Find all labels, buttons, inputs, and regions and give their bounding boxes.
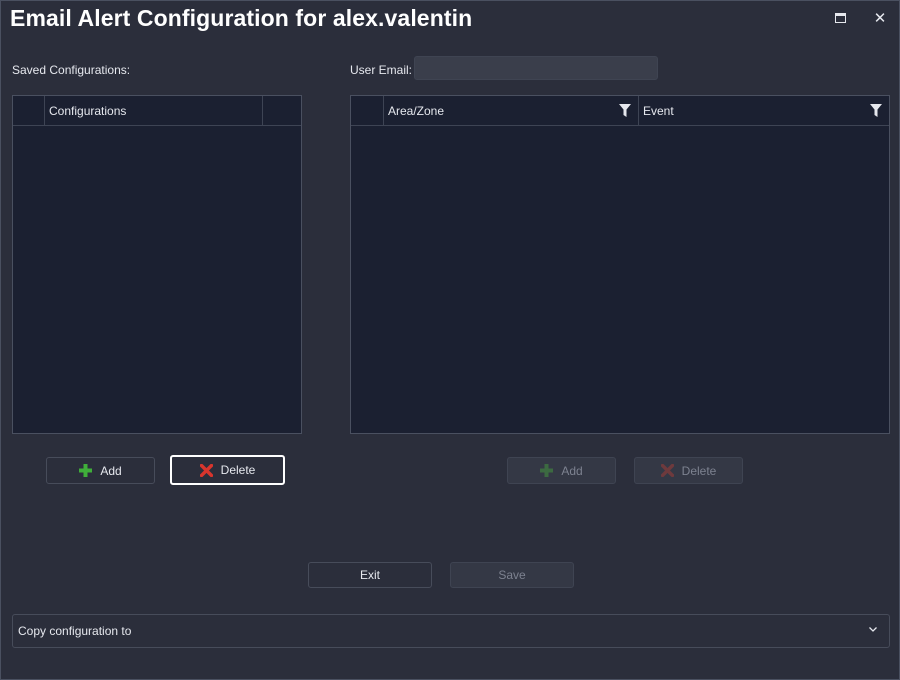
event-column-header[interactable]: Event <box>639 96 889 125</box>
delete-alert-button[interactable]: Delete <box>634 457 743 484</box>
extra-column-header[interactable] <box>263 96 301 125</box>
maximize-button[interactable] <box>828 7 852 29</box>
configurations-column-header[interactable]: Configurations <box>45 96 263 125</box>
exit-button[interactable]: Exit <box>308 562 432 588</box>
add-alert-button[interactable]: Add <box>507 457 616 484</box>
area-zone-filter-icon[interactable] <box>619 104 631 117</box>
chevron-down-icon <box>869 627 877 632</box>
delete-x-icon <box>199 463 213 477</box>
user-email-label: User Email: <box>350 63 413 77</box>
maximize-icon <box>834 13 846 23</box>
alerts-grid[interactable]: Area/Zone Event <box>350 95 890 434</box>
row-selector-column[interactable] <box>13 96 45 125</box>
event-filter-icon[interactable] <box>870 104 882 117</box>
close-button[interactable]: ✕ <box>868 7 892 29</box>
alerts-grid-header: Area/Zone Event <box>351 96 889 126</box>
delete-x-icon <box>660 464 674 477</box>
add-alert-label: Add <box>561 463 583 478</box>
delete-configuration-label: Delete <box>220 463 256 477</box>
plus-icon <box>79 464 93 477</box>
delete-alert-label: Delete <box>681 463 717 478</box>
copy-configuration-label: Copy configuration to <box>18 624 132 638</box>
saved-configurations-label: Saved Configurations: <box>12 63 131 77</box>
event-column-label: Event <box>643 103 674 118</box>
configurations-grid[interactable]: Configurations <box>12 95 302 434</box>
close-icon: ✕ <box>873 10 887 27</box>
configurations-grid-header: Configurations <box>13 96 301 126</box>
area-zone-column-label: Area/Zone <box>388 103 445 118</box>
delete-configuration-button[interactable]: Delete <box>170 455 285 485</box>
row-selector-column[interactable] <box>351 96 384 125</box>
add-configuration-label: Add <box>100 463 122 478</box>
user-email-input[interactable] <box>414 56 658 80</box>
add-configuration-button[interactable]: Add <box>46 457 155 484</box>
copy-configuration-dropdown[interactable]: Copy configuration to <box>12 614 890 648</box>
plus-icon <box>540 464 554 477</box>
save-button[interactable]: Save <box>450 562 574 588</box>
email-alert-window: Email Alert Configuration for alex.valen… <box>0 0 900 680</box>
window-title: Email Alert Configuration for alex.valen… <box>10 5 473 31</box>
area-zone-column-header[interactable]: Area/Zone <box>384 96 639 125</box>
